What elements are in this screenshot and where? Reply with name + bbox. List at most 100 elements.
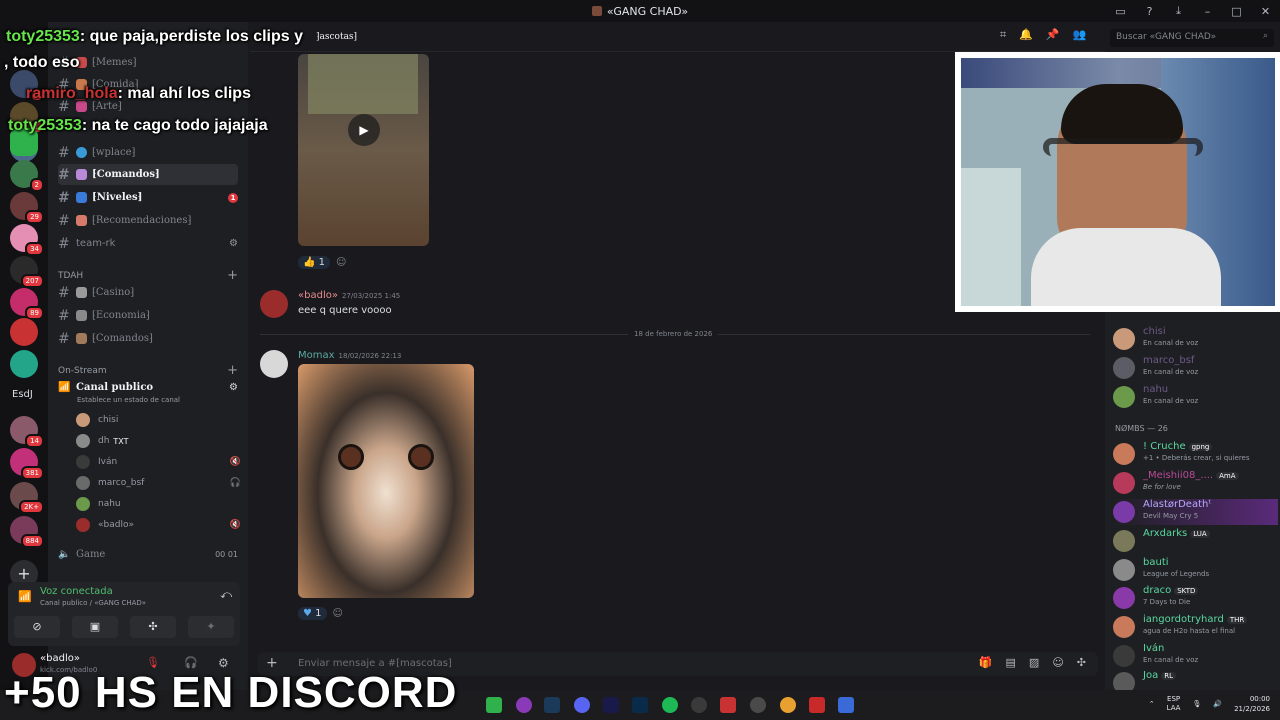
bell-icon[interactable]: 🔔 <box>1019 28 1033 42</box>
voice-channel-game[interactable]: 🔈 Game 00 01 <box>58 544 238 565</box>
channel-economia[interactable]: # ⁅Economia⁆ <box>58 305 238 326</box>
settings-icon[interactable]: ⚙ <box>229 238 238 249</box>
language-indicator[interactable]: ESP LAA <box>1167 695 1181 713</box>
member-item[interactable]: marco_bsf En canal de voz <box>1113 355 1278 381</box>
server-icon[interactable]: 2K+ <box>10 482 44 514</box>
download-icon[interactable]: ⤓ <box>1164 4 1193 18</box>
add-reaction-icon[interactable]: ☺ <box>333 608 343 619</box>
category-on-stream[interactable]: On-Stream + <box>58 363 238 378</box>
soundboard-button[interactable]: ✦ <box>188 616 234 638</box>
voice-user[interactable]: nahu <box>76 494 241 514</box>
server-icon[interactable]: 381 <box>10 448 44 480</box>
channel-niveles[interactable]: # ⁅Niveles⁆ 1 <box>58 187 238 208</box>
voice-channel-status[interactable]: Establece un estado de canal <box>77 396 180 404</box>
voice-user[interactable]: marco_bsf 🎧 <box>76 473 241 493</box>
app-icon[interactable] <box>750 697 766 713</box>
server-icon[interactable]: 884 <box>10 516 44 548</box>
add-reaction-icon[interactable]: ☺ <box>336 257 346 268</box>
channel-wplace[interactable]: # ⁅wplace⁆ <box>58 142 238 163</box>
inbox-icon[interactable]: ▭ <box>1106 5 1135 18</box>
member-item[interactable]: Iván En canal de voz <box>1113 643 1278 669</box>
member-item[interactable]: Arxdarks LUA <box>1113 528 1278 554</box>
premiere-icon[interactable] <box>603 697 619 713</box>
play-icon[interactable]: ▶ <box>348 114 380 146</box>
activities-button[interactable]: ✣ <box>130 616 176 638</box>
channel-comandos[interactable]: # ⁅Comandos⁆ <box>58 164 238 185</box>
add-channel-icon[interactable]: + <box>227 268 238 283</box>
voice-status: Voz conectada <box>40 586 113 597</box>
member-item[interactable]: bauti League of Legends <box>1113 557 1278 583</box>
app-icon[interactable] <box>691 697 707 713</box>
voice-user[interactable]: «badlo» 🔇 <box>76 515 241 535</box>
member-item[interactable]: iangordotryhard THR agua de H2o hasta el f… <box>1113 614 1278 640</box>
server-icon[interactable] <box>10 318 38 346</box>
sticker-icon[interactable]: ▨ <box>1029 656 1039 669</box>
voice-user[interactable]: chisi <box>76 410 241 430</box>
channel-comandos-2[interactable]: # ⁅Comandos⁆ <box>58 328 238 349</box>
chevron-up-icon[interactable]: ⌃ <box>1149 700 1155 708</box>
member-item[interactable]: chisi En canal de voz <box>1113 326 1278 352</box>
add-channel-icon[interactable]: + <box>227 363 238 378</box>
avatar[interactable] <box>260 290 288 318</box>
settings-icon[interactable]: ⚙ <box>229 382 238 393</box>
minimize-button[interactable]: – <box>1193 5 1222 18</box>
steam-icon[interactable] <box>544 697 560 713</box>
disconnect-icon[interactable]: ⤺ <box>220 588 232 602</box>
kick-app-icon[interactable] <box>486 697 502 713</box>
avatar[interactable] <box>260 350 288 378</box>
server-icon[interactable] <box>10 350 38 378</box>
channel-casino[interactable]: # ⁅Casino⁆ <box>58 282 238 303</box>
maximize-button[interactable]: □ <box>1222 5 1251 18</box>
voice-location[interactable]: Canal publico / «GANG CHAD» <box>40 599 146 607</box>
server-icon[interactable]: 207 <box>10 256 44 288</box>
pin-icon[interactable]: 📌 <box>1046 28 1060 42</box>
member-item[interactable]: draco SKTD 7 Days to Die <box>1113 585 1278 611</box>
server-icon[interactable]: 34 <box>10 224 44 256</box>
apps-icon[interactable]: ✣ <box>1077 656 1086 669</box>
photoshop-icon[interactable] <box>632 697 648 713</box>
app-icon[interactable] <box>809 697 825 713</box>
server-icon[interactable]: 14 <box>10 416 44 448</box>
app-icon[interactable] <box>516 697 532 713</box>
message-author[interactable]: «badlo» 27/03/2025 1:45 <box>298 290 400 301</box>
server-text-label[interactable]: EsdJ <box>12 389 33 400</box>
app-icon[interactable] <box>838 697 854 713</box>
gif-icon[interactable]: ▤ <box>1006 656 1016 669</box>
server-icon[interactable]: 89 <box>10 288 44 320</box>
cat-image-attachment[interactable] <box>298 364 474 598</box>
signal-icon[interactable]: 📶 <box>18 590 32 603</box>
category-tdah[interactable]: TDAH + <box>58 268 238 283</box>
search-input[interactable]: Buscar «GANG CHAD» ⌕ <box>1110 29 1274 47</box>
reaction-thumbs-up[interactable]: 👍 1 <box>298 255 331 269</box>
valorant-icon[interactable] <box>720 697 736 713</box>
voice-channel-canal-publico[interactable]: 📶 Canal publico ⚙ <box>58 377 238 398</box>
discord-icon[interactable] <box>574 697 590 713</box>
threads-icon[interactable]: ⌗ <box>1000 28 1006 42</box>
emoji-icon[interactable]: ☺ <box>1052 656 1063 669</box>
member-item[interactable]: AlastørDeathᵗ Devil May Cry 5 <box>1113 499 1278 525</box>
channel-recomendaciones[interactable]: # ⁅Recomendaciones⁆ <box>58 210 238 231</box>
channel-memes[interactable]: # ⁅Memes⁆ <box>58 52 238 73</box>
member-item[interactable]: nahu En canal de voz <box>1113 384 1278 410</box>
server-icon[interactable]: 29 <box>10 192 44 224</box>
gift-icon[interactable]: 🎁 <box>979 656 993 669</box>
speaker-icon[interactable]: 🔊 <box>1213 700 1222 708</box>
video-attachment[interactable]: ▶ <box>298 54 429 246</box>
chrome-icon[interactable] <box>780 697 796 713</box>
spotify-icon[interactable] <box>662 697 678 713</box>
message-author[interactable]: Momax 18/02/2026 22:13 <box>298 350 401 361</box>
channel-team-rk[interactable]: # team-rk ⚙ <box>58 233 238 254</box>
voice-user[interactable]: Iván 🔇 <box>76 452 241 472</box>
screen-share-button[interactable]: ▣ <box>72 616 118 638</box>
member-item[interactable]: ! Cruche gpng +1 • Deberás crear, si quier… <box>1113 441 1278 467</box>
help-icon[interactable]: ? <box>1135 5 1164 18</box>
voice-user[interactable]: dh TXT <box>76 431 241 451</box>
mic-icon[interactable]: 🎙 <box>1192 700 1201 708</box>
server-icon[interactable]: 2 <box>10 160 44 192</box>
camera-off-button[interactable]: ⊘ <box>14 616 60 638</box>
clock[interactable]: 00:00 21/2/2026 <box>1234 694 1270 714</box>
member-list-icon[interactable]: 👥 <box>1073 28 1087 42</box>
member-item[interactable]: _Meishii08_.... AmA Be for love <box>1113 470 1278 496</box>
close-button[interactable]: ✕ <box>1251 5 1280 18</box>
reaction-heart[interactable]: ♥ 1 <box>298 606 327 620</box>
